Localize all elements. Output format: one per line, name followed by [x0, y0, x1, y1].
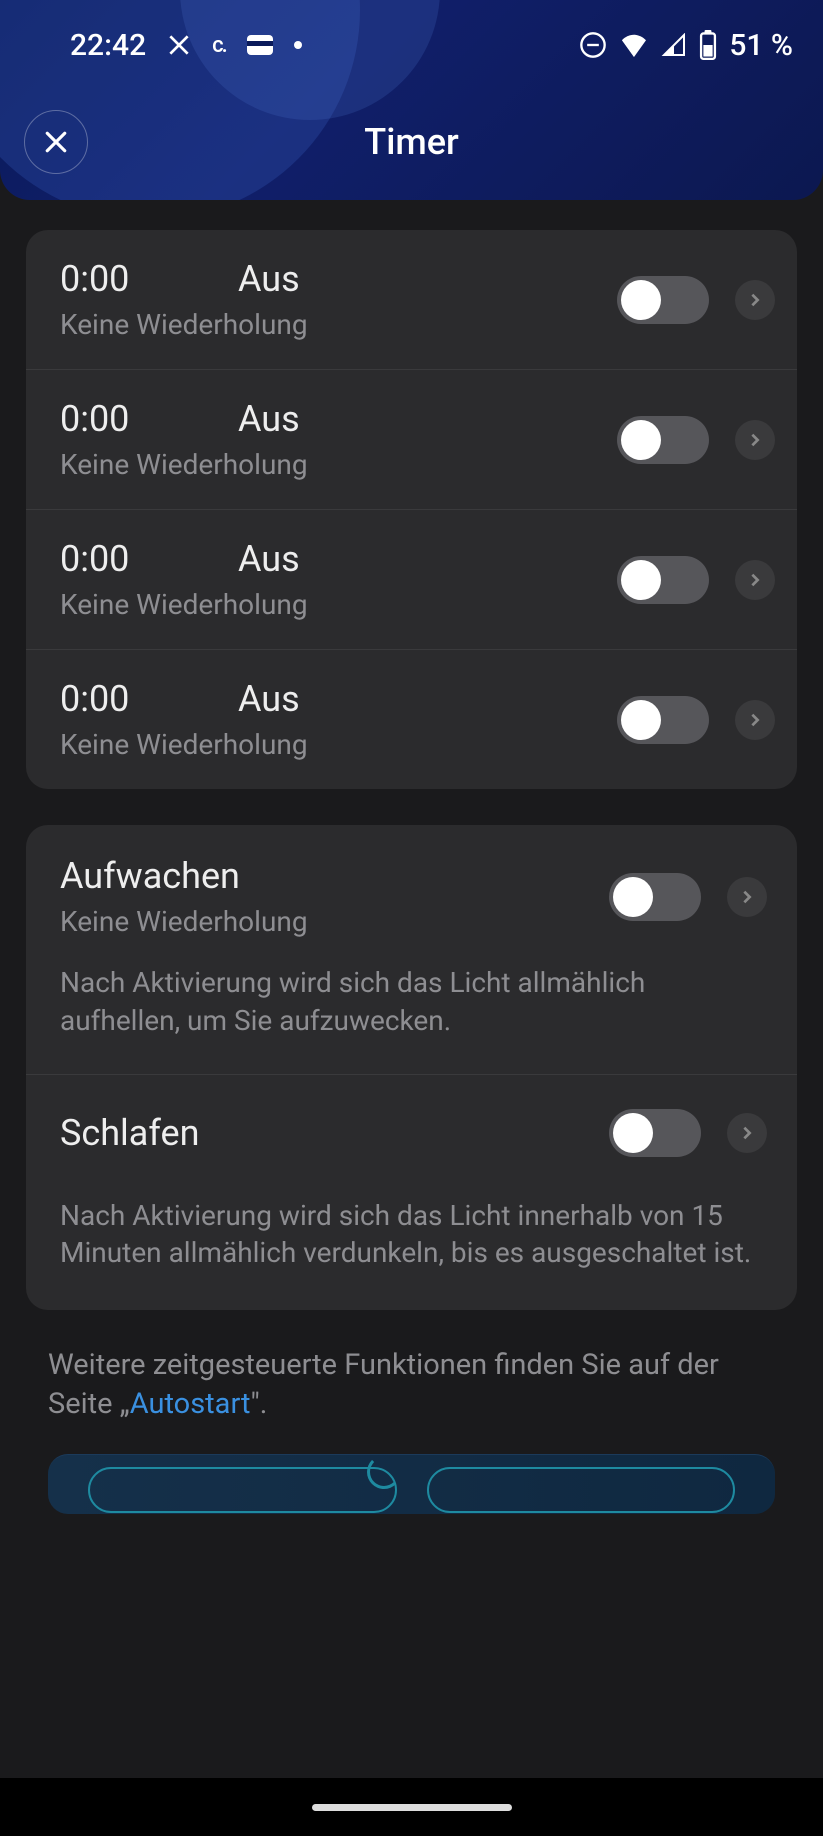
chevron-right-icon	[747, 712, 763, 728]
page-title: Timer	[88, 121, 735, 163]
close-icon	[41, 127, 71, 157]
chevron-right-icon	[747, 432, 763, 448]
close-button[interactable]	[24, 110, 88, 174]
timer-toggle[interactable]	[617, 696, 709, 744]
wake-detail-button[interactable]	[727, 877, 767, 917]
timer-detail-button[interactable]	[735, 560, 775, 600]
timer-detail-button[interactable]	[735, 700, 775, 740]
modes-card: Aufwachen Keine Wiederholung Nach Aktivi…	[26, 825, 797, 1310]
ad-slot	[88, 1467, 397, 1513]
x-app-icon	[166, 32, 192, 58]
timer-state: Aus	[238, 678, 300, 720]
header: 22:42 c. 51 %	[0, 0, 823, 200]
content: 0:00 Aus Keine Wiederholung 0:00 Aus Kei…	[0, 200, 823, 1514]
sleep-description: Nach Aktivierung wird sich das Licht inn…	[60, 1197, 767, 1273]
ad-spinner-icon	[367, 1455, 401, 1489]
timer-time: 0:00	[60, 398, 238, 440]
footer-text-post: ".	[250, 1387, 267, 1421]
status-dot-icon: c.	[212, 33, 226, 58]
sleep-title: Schlafen	[60, 1112, 609, 1154]
timer-time: 0:00	[60, 538, 238, 580]
battery-percent: 51 %	[729, 28, 793, 63]
timer-time: 0:00	[60, 258, 238, 300]
status-time: 22:42	[70, 28, 146, 63]
app-bar: Timer	[0, 110, 823, 174]
timer-state: Aus	[238, 258, 300, 300]
wake-description: Nach Aktivierung wird sich das Licht all…	[60, 964, 767, 1040]
timers-card: 0:00 Aus Keine Wiederholung 0:00 Aus Kei…	[26, 230, 797, 789]
timer-row[interactable]: 0:00 Aus Keine Wiederholung	[26, 650, 797, 789]
chevron-right-icon	[747, 572, 763, 588]
wallet-icon	[246, 34, 274, 56]
footer-note: Weitere zeitgesteuerte Funktionen finden…	[26, 1346, 797, 1424]
signal-icon	[661, 33, 687, 57]
timer-repeat-label: Keine Wiederholung	[60, 588, 617, 621]
dnd-icon	[579, 31, 607, 59]
timer-detail-button[interactable]	[735, 420, 775, 460]
home-handle[interactable]	[312, 1804, 512, 1811]
wake-toggle[interactable]	[609, 873, 701, 921]
ad-slot	[427, 1467, 736, 1513]
timer-row[interactable]: 0:00 Aus Keine Wiederholung	[26, 230, 797, 370]
timer-repeat-label: Keine Wiederholung	[60, 728, 617, 761]
battery-icon	[699, 30, 717, 60]
wifi-icon	[619, 33, 649, 57]
timer-state: Aus	[238, 538, 300, 580]
timer-state: Aus	[238, 398, 300, 440]
wake-title: Aufwachen	[60, 855, 609, 897]
timer-detail-button[interactable]	[735, 280, 775, 320]
timer-time: 0:00	[60, 678, 238, 720]
notification-dot-icon	[294, 41, 302, 49]
sleep-detail-button[interactable]	[727, 1113, 767, 1153]
timer-toggle[interactable]	[617, 276, 709, 324]
chevron-right-icon	[739, 1125, 755, 1141]
chevron-right-icon	[747, 292, 763, 308]
timer-repeat-label: Keine Wiederholung	[60, 308, 617, 341]
status-bar: 22:42 c. 51 %	[0, 0, 823, 90]
wake-repeat-label: Keine Wiederholung	[60, 905, 609, 938]
timer-repeat-label: Keine Wiederholung	[60, 448, 617, 481]
timer-toggle[interactable]	[617, 416, 709, 464]
ad-banner[interactable]	[48, 1454, 775, 1514]
sleep-toggle[interactable]	[609, 1109, 701, 1157]
chevron-right-icon	[739, 889, 755, 905]
timer-row[interactable]: 0:00 Aus Keine Wiederholung	[26, 370, 797, 510]
wake-row[interactable]: Aufwachen Keine Wiederholung Nach Aktivi…	[26, 825, 797, 1075]
autostart-link[interactable]: Autostart	[130, 1387, 251, 1421]
sleep-row[interactable]: Schlafen Nach Aktivierung wird sich das …	[26, 1075, 797, 1311]
timer-row[interactable]: 0:00 Aus Keine Wiederholung	[26, 510, 797, 650]
nav-bar	[0, 1778, 823, 1836]
timer-toggle[interactable]	[617, 556, 709, 604]
